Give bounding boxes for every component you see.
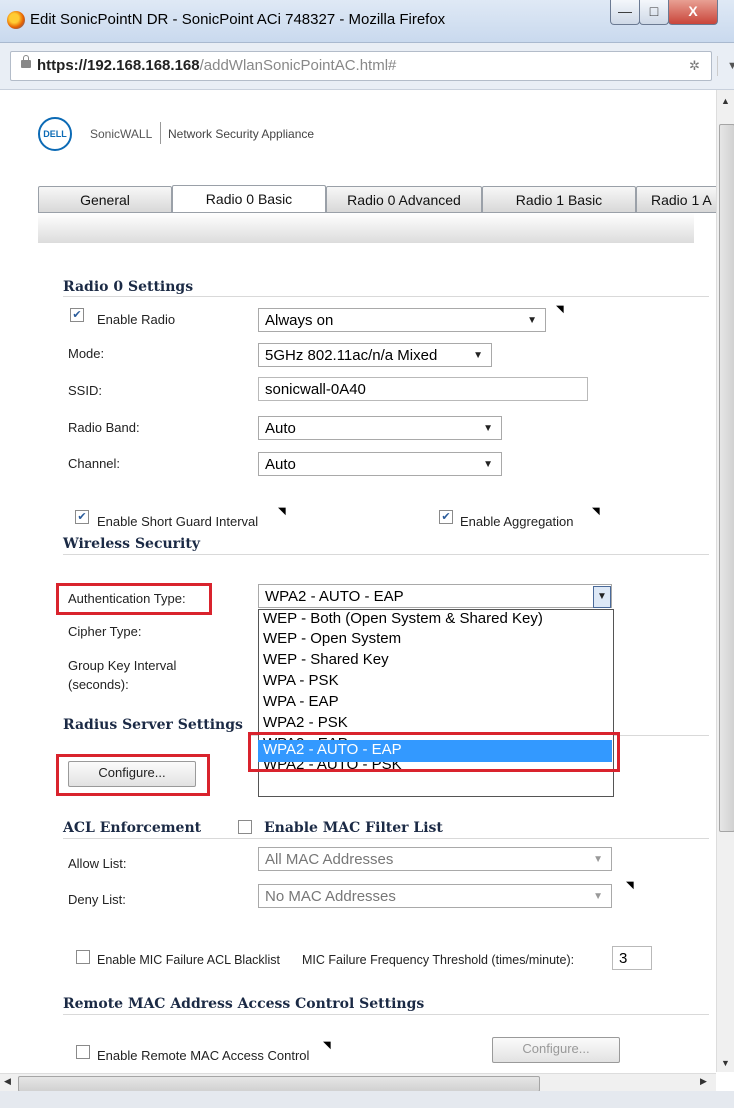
option-wep-open[interactable]: WEP - Open System — [263, 630, 401, 647]
minimize-button[interactable]: — — [610, 0, 640, 25]
option-wpa-psk[interactable]: WPA - PSK — [263, 672, 339, 689]
mic-blacklist-label: Enable MIC Failure ACL Blacklist — [97, 953, 280, 967]
channel-label: Channel: — [68, 456, 121, 471]
info-marker: ◥ — [592, 506, 600, 517]
ssid-label: SSID: — [68, 383, 102, 398]
extension-icon[interactable]: ✲ — [689, 58, 700, 74]
radio-band-select[interactable]: Auto ▼ — [258, 416, 502, 440]
firefox-icon — [7, 11, 25, 29]
radio-band-label: Radio Band: — [68, 420, 140, 435]
section-divider — [63, 296, 709, 297]
tab-panel-header — [38, 213, 694, 243]
mode-select[interactable]: 5GHz 802.11ac/n/a Mixed ▼ — [258, 343, 492, 367]
url-dropdown-icon[interactable]: ▼ — [727, 60, 734, 72]
remote-mac-checkbox[interactable] — [76, 1045, 90, 1059]
tab-radio1-advanced[interactable]: Radio 1 A — [636, 186, 716, 212]
brand-product: SonicWALL — [90, 127, 153, 141]
short-guard-label: Enable Short Guard Interval — [97, 514, 259, 529]
mic-blacklist-checkbox[interactable] — [76, 950, 90, 964]
info-marker: ◥ — [626, 880, 634, 891]
mode-label: Mode: — [68, 346, 105, 361]
group-key-label-2: (seconds): — [68, 677, 129, 692]
tab-radio0-advanced[interactable]: Radio 0 Advanced — [326, 186, 482, 213]
status-bar — [0, 1091, 734, 1108]
short-guard-checkbox[interactable]: ✔ — [75, 510, 89, 524]
url-separator — [717, 56, 718, 76]
channel-select[interactable]: Auto ▼ — [258, 452, 502, 476]
remote-mac-configure-button[interactable]: Configure... — [492, 1037, 620, 1063]
auth-type-select[interactable]: WPA2 - AUTO - EAP ▼ — [258, 584, 612, 608]
scroll-right-icon[interactable]: ▶ — [700, 1076, 707, 1087]
enable-radio-label: Enable Radio — [97, 312, 176, 327]
vertical-scroll-thumb[interactable] — [719, 124, 734, 832]
section-wireless-security: Wireless Security — [63, 536, 200, 552]
lock-icon — [21, 55, 31, 68]
brand-divider — [160, 122, 161, 144]
section-divider — [63, 1014, 709, 1015]
mac-filter-label: Enable MAC Filter List — [264, 820, 443, 836]
tab-radio1-basic[interactable]: Radio 1 Basic — [482, 186, 636, 213]
section-radius: Radius Server Settings — [63, 717, 243, 733]
allow-list-label: Allow List: — [68, 856, 127, 871]
option-wep-shared[interactable]: WEP - Shared Key — [263, 651, 389, 668]
mic-threshold-input[interactable]: 3 — [612, 946, 652, 970]
section-divider — [63, 838, 709, 839]
tab-general[interactable]: General — [38, 186, 172, 213]
option-wpa2-psk[interactable]: WPA2 - PSK — [263, 714, 348, 731]
highlight-selected-option — [248, 732, 620, 772]
scroll-left-icon[interactable]: ◀ — [4, 1076, 11, 1087]
window-title: Edit SonicPointN DR - SonicPoint ACi 748… — [30, 11, 446, 28]
maximize-button[interactable]: □ — [639, 0, 669, 25]
auth-type-label: Authentication Type: — [68, 591, 186, 606]
cipher-type-label: Cipher Type: — [68, 624, 142, 639]
dell-logo: DELL — [38, 117, 72, 151]
horizontal-scroll-thumb[interactable] — [18, 1076, 540, 1092]
allow-list-select[interactable]: All MAC Addresses ▼ — [258, 847, 612, 871]
option-wpa-eap[interactable]: WPA - EAP — [263, 693, 339, 710]
enable-radio-checkbox[interactable]: ✔ — [70, 308, 84, 322]
section-divider — [63, 554, 709, 555]
url-text[interactable]: https://192.168.168.168/addWlanSonicPoin… — [37, 57, 396, 74]
aggregation-checkbox[interactable]: ✔ — [439, 510, 453, 524]
section-remote-mac: Remote MAC Address Access Control Settin… — [63, 996, 425, 1012]
section-acl: ACL Enforcement — [63, 820, 202, 836]
scroll-down-icon[interactable]: ▼ — [721, 1058, 730, 1068]
address-bar[interactable]: https://192.168.168.168/addWlanSonicPoin… — [10, 51, 734, 81]
radius-configure-button[interactable]: Configure... — [68, 761, 196, 787]
window-titlebar: Edit SonicPointN DR - SonicPoint ACi 748… — [0, 0, 734, 43]
mic-threshold-label: MIC Failure Frequency Threshold (times/m… — [302, 953, 575, 967]
ssid-input[interactable]: sonicwall-0A40 — [258, 377, 588, 401]
close-button[interactable]: X — [668, 0, 718, 25]
option-wep-both[interactable]: WEP - Both (Open System & Shared Key) — [263, 610, 543, 627]
info-marker: ◥ — [556, 304, 564, 315]
tab-radio0-basic[interactable]: Radio 0 Basic — [172, 185, 326, 214]
section-radio-settings: Radio 0 Settings — [63, 279, 194, 295]
info-marker: ◥ — [323, 1040, 331, 1051]
brand-subtitle: Network Security Appliance — [168, 127, 315, 141]
address-bar-area: https://192.168.168.168/addWlanSonicPoin… — [0, 43, 734, 90]
remote-mac-label: Enable Remote MAC Access Control — [97, 1048, 310, 1063]
scroll-up-icon[interactable]: ▲ — [721, 96, 730, 106]
vertical-scrollbar[interactable]: ▲ ▼ — [716, 90, 734, 1072]
deny-list-select[interactable]: No MAC Addresses ▼ — [258, 884, 612, 908]
enable-radio-select[interactable]: Always on ▼ — [258, 308, 546, 332]
deny-list-label: Deny List: — [68, 892, 126, 907]
horizontal-scrollbar[interactable]: ◀ ▶ — [0, 1073, 716, 1092]
info-marker: ◥ — [278, 506, 286, 517]
aggregation-label: Enable Aggregation — [460, 514, 574, 529]
group-key-label: Group Key Interval — [68, 658, 177, 673]
page-content: DELL SonicWALL Network Security Applianc… — [0, 90, 716, 1072]
mac-filter-checkbox[interactable] — [238, 820, 252, 834]
